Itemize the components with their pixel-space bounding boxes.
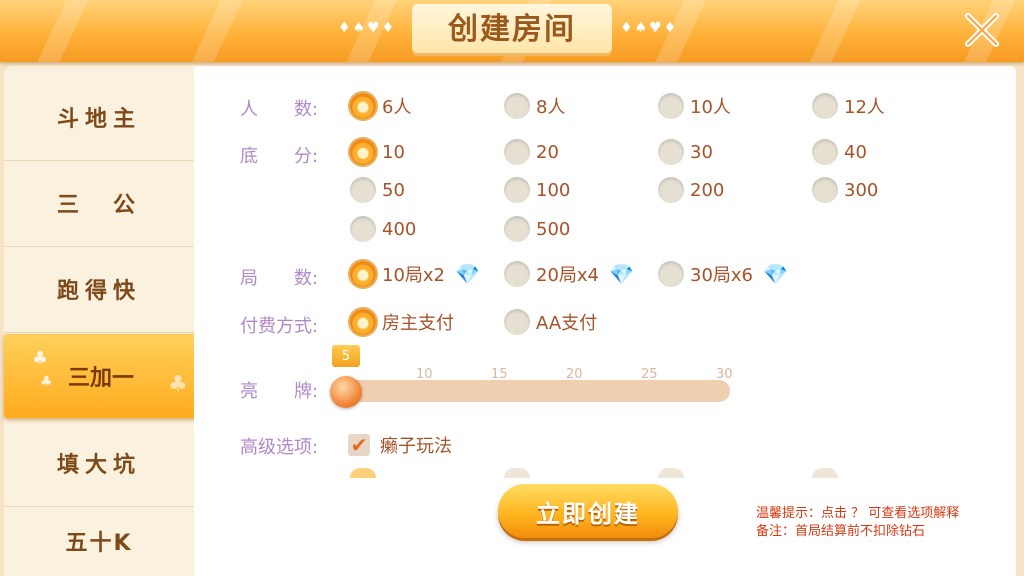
game-type-sidebar: 斗地主 三 公 跑得快 ♣ ♣ ♣ 三加一 填大坑 五十K	[4, 66, 198, 576]
clover-icon: ♣	[168, 372, 188, 397]
payment-option-host[interactable]: 房主支付	[350, 309, 454, 335]
payment-option-aa[interactable]: AA支付	[504, 309, 597, 335]
radio-selected	[350, 93, 376, 119]
radio	[504, 177, 530, 203]
radio	[658, 261, 684, 287]
rounds-label: 局 数:	[240, 268, 319, 289]
radio	[812, 139, 838, 165]
tip-note: 温馨提示：点击 ？ 可查看选项解释	[756, 506, 960, 521]
slider-tick: 30	[716, 367, 733, 382]
base-score-option-20[interactable]: 20	[504, 139, 559, 165]
close-button[interactable]	[958, 6, 1006, 54]
sidebar-item-sangong[interactable]: 三 公	[4, 160, 194, 247]
rounds-option-20[interactable]: 20局x4 💎	[504, 261, 634, 287]
rounds-option-10[interactable]: 10局x2 💎	[350, 261, 480, 287]
diamond-icon: 💎	[455, 262, 480, 286]
slider-tick: 20	[566, 367, 583, 382]
players-option-12[interactable]: 12人	[812, 93, 885, 119]
sidebar-item-tiandakeng[interactable]: 填大坑	[4, 420, 194, 507]
rounds-option-30[interactable]: 30局x6 💎	[658, 261, 788, 287]
sidebar-item-wushik[interactable]: 五十K	[4, 506, 194, 576]
slider-tick: 10	[416, 367, 433, 382]
players-option-8[interactable]: 8人	[504, 93, 565, 119]
players-option-10[interactable]: 10人	[658, 93, 731, 119]
radio-selected	[350, 139, 376, 165]
bright-label: 亮 牌:	[240, 381, 319, 402]
page-title: 创建房间	[448, 12, 576, 47]
base-score-option-50[interactable]: 50	[350, 177, 405, 203]
radio-selected	[350, 261, 376, 287]
base-score-option-40[interactable]: 40	[812, 139, 867, 165]
radio	[504, 309, 530, 335]
sidebar-item-label: 三加一	[67, 366, 134, 391]
slider-tick: 15	[491, 367, 508, 382]
partial-radio	[504, 468, 530, 478]
diamond-icon: 💎	[609, 262, 634, 286]
base-score-option-400[interactable]: 400	[350, 216, 416, 242]
clover-icon: ♣	[32, 348, 49, 369]
base-score-option-200[interactable]: 200	[658, 177, 724, 203]
partial-radio	[812, 468, 838, 478]
payment-label: 付费方式:	[240, 316, 319, 337]
base-score-option-30[interactable]: 30	[658, 139, 713, 165]
players-label: 人 数:	[240, 99, 319, 120]
base-score-label: 底 分:	[240, 146, 319, 167]
advanced-option-wildcard[interactable]: ✔ 癞子玩法	[348, 432, 452, 458]
sidebar-item-sanjiayi[interactable]: ♣ ♣ ♣ 三加一	[4, 334, 198, 418]
advanced-label: 高级选项:	[240, 437, 319, 458]
base-score-option-500[interactable]: 500	[504, 216, 570, 242]
bright-slider-track[interactable]	[336, 380, 730, 402]
sidebar-item-label: 斗地主	[56, 107, 141, 132]
suit-decoration-right: ♦♠♥♦	[620, 20, 679, 36]
partial-radio	[350, 468, 376, 478]
sidebar-item-paodekuai[interactable]: 跑得快	[4, 246, 194, 333]
sidebar-item-label: 五十K	[65, 531, 133, 556]
checkbox-checked: ✔	[348, 433, 370, 457]
bright-slider-thumb[interactable]	[330, 376, 362, 408]
base-score-option-300[interactable]: 300	[812, 177, 878, 203]
sidebar-item-label: 填大坑	[56, 453, 141, 478]
radio	[658, 177, 684, 203]
radio	[658, 93, 684, 119]
radio-selected	[350, 309, 376, 335]
radio	[658, 139, 684, 165]
radio	[504, 261, 530, 287]
radio	[350, 177, 376, 203]
radio	[504, 139, 530, 165]
radio	[812, 93, 838, 119]
sidebar-item-label: 跑得快	[56, 279, 141, 304]
header-bar: ♦♠♥♦ 创建房间 ♦♠♥♦	[0, 0, 1024, 62]
slider-tick: 25	[641, 367, 658, 382]
base-score-option-10[interactable]: 10	[350, 139, 405, 165]
close-icon	[965, 13, 999, 47]
suit-decoration-left: ♦♠♥♦	[338, 20, 397, 36]
players-option-6[interactable]: 6人	[350, 93, 411, 119]
radio	[812, 177, 838, 203]
sidebar-item-doudizhu[interactable]: 斗地主	[4, 74, 194, 161]
base-score-option-100[interactable]: 100	[504, 177, 570, 203]
remark-note: 备注：首局结算前不扣除钻石	[756, 524, 926, 539]
radio	[504, 93, 530, 119]
slider-value-bubble: 5	[332, 345, 360, 367]
sidebar-item-label: 三 公	[56, 193, 141, 218]
partial-radio	[658, 468, 684, 478]
radio	[504, 216, 530, 242]
diamond-icon: 💎	[763, 262, 788, 286]
create-room-button[interactable]: 立即创建	[498, 484, 678, 538]
radio	[350, 216, 376, 242]
clover-icon: ♣	[40, 374, 53, 390]
